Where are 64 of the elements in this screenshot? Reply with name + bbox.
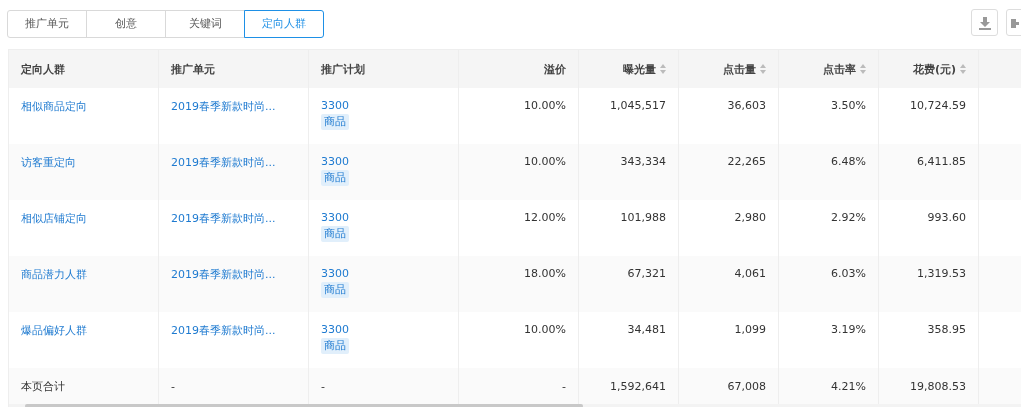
audience-link[interactable]: 相似商品定向: [21, 99, 87, 114]
table-cell: 1,319.53: [917, 267, 966, 280]
unit-link[interactable]: 2019春季新款时尚...: [171, 155, 276, 170]
download-button[interactable]: [971, 9, 998, 36]
plan-link[interactable]: 3300: [321, 99, 349, 112]
table-cell: 3.19%: [831, 323, 866, 336]
plan-link[interactable]: 3300: [321, 211, 349, 224]
table-cell: 2.92%: [831, 211, 866, 224]
scrollbar[interactable]: [25, 404, 583, 407]
table-cell: 3.50%: [831, 99, 866, 112]
table-cell: 6.48%: [831, 155, 866, 168]
plan-link[interactable]: 3300: [321, 323, 349, 336]
plan-link[interactable]: 3300: [321, 155, 349, 168]
audience-link[interactable]: 相似店铺定向: [21, 211, 87, 226]
audience-link[interactable]: 商品潜力人群: [21, 267, 87, 282]
unit-link[interactable]: 2019春季新款时尚...: [171, 323, 276, 338]
table-cell: 4.21%: [831, 379, 866, 393]
tab[interactable]: 定向人群: [244, 9, 324, 38]
table-cell: 18.00%: [524, 267, 566, 280]
table-cell: -: [321, 379, 325, 393]
table-cell: 101,988: [620, 211, 666, 224]
table-cell: 6,411.85: [917, 155, 966, 168]
table-cell: 36,603: [727, 99, 766, 112]
table-cell: 19,808.53: [910, 379, 966, 393]
table-cell: 本页合计: [21, 378, 65, 394]
unit-link[interactable]: 2019春季新款时尚...: [171, 99, 276, 114]
tag: 商品: [321, 114, 349, 130]
sort-icon: [960, 64, 966, 74]
table-cell: 993.60: [927, 211, 966, 224]
sort-icon: [860, 64, 866, 74]
table-cell: 67,008: [727, 379, 766, 393]
table-cell: 2,980: [734, 211, 766, 224]
table-cell: 4,061: [734, 267, 766, 280]
table-cell: 10.00%: [524, 323, 566, 336]
unit-link[interactable]: 2019春季新款时尚...: [171, 267, 276, 282]
table-cell: 10,724.59: [910, 99, 966, 112]
table-cell: 6.03%: [831, 267, 866, 280]
tab[interactable]: 推广单元: [7, 9, 87, 38]
tab[interactable]: 创意: [86, 9, 166, 38]
table-cell: 10.00%: [524, 99, 566, 112]
sort-icon: [760, 64, 766, 74]
tag: 商品: [321, 338, 349, 354]
audience-link[interactable]: 爆品偏好人群: [21, 323, 87, 338]
download-icon: [977, 15, 992, 30]
unit-link[interactable]: 2019春季新款时尚...: [171, 211, 276, 226]
table-cell: -: [562, 379, 566, 393]
tag: 商品: [321, 170, 349, 186]
table-cell: 67,321: [627, 267, 666, 280]
table-cell: 10.00%: [524, 155, 566, 168]
plan-link[interactable]: 3300: [321, 267, 349, 280]
table-cell: -: [171, 379, 175, 393]
table-cell: 1,592,641: [610, 379, 666, 393]
table-cell: 1,045,517: [610, 99, 666, 112]
table-cell: 34,481: [627, 323, 666, 336]
tag: 商品: [321, 282, 349, 298]
table-cell: 343,334: [620, 155, 666, 168]
table-cell: 1,099: [734, 323, 766, 336]
table-cell: 22,265: [727, 155, 766, 168]
tag: 商品: [321, 226, 349, 242]
audience-link[interactable]: 访客重定向: [21, 155, 76, 170]
tab[interactable]: 关键词: [165, 9, 245, 38]
table-cell: 12.00%: [524, 211, 566, 224]
sort-icon: [660, 64, 666, 74]
table-cell: 358.95: [927, 323, 966, 336]
